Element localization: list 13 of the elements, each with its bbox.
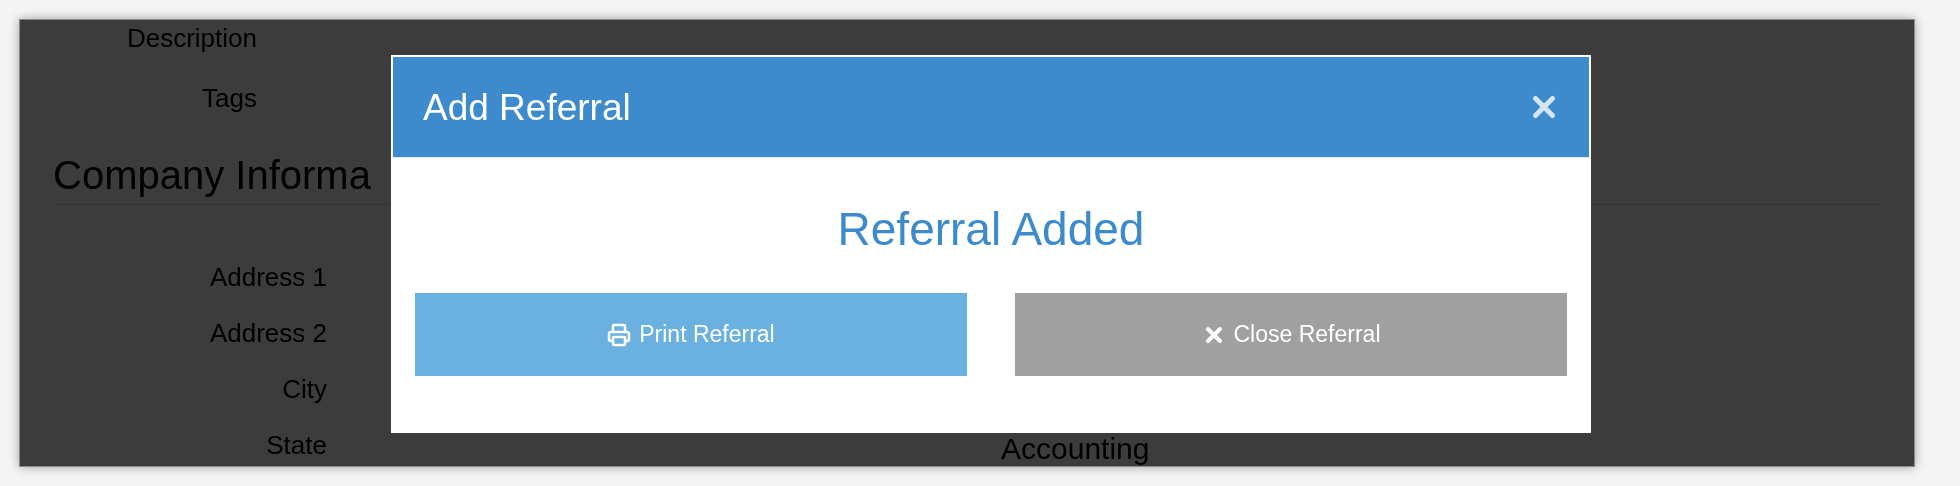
close-button[interactable]: Close Referral <box>1015 293 1567 376</box>
field-label: State <box>265 432 327 458</box>
modal-title: Add Referral <box>423 88 631 126</box>
field-label: Description <box>125 25 257 51</box>
print-button[interactable]: Print Referral <box>415 293 967 376</box>
field-label: Address 2 <box>208 320 327 346</box>
section-heading: Accounting <box>1001 434 1150 464</box>
field-label: Address 1 <box>208 264 327 290</box>
printer-icon <box>607 322 632 347</box>
field-label: City <box>281 376 327 402</box>
field-label: Tags <box>201 85 257 111</box>
success-message: Referral Added <box>837 206 1145 252</box>
section-heading: Company Informa <box>53 155 371 195</box>
